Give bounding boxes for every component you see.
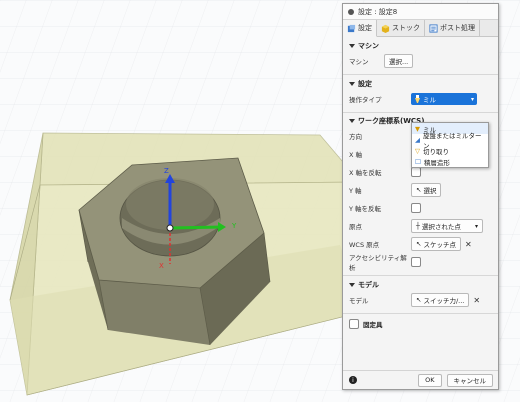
model-select-label: スイッチ力/... xyxy=(423,297,465,305)
dialog-footer: i OK キャンセル xyxy=(343,370,498,389)
setup-section-header[interactable]: 設定 xyxy=(349,78,492,90)
tab-stock[interactable]: ストック xyxy=(377,20,425,36)
dialog-titlebar[interactable]: 設定 : 設定8 xyxy=(343,4,498,20)
x-axis-label: X 軸 xyxy=(349,151,363,159)
tab-post-process[interactable]: ポスト処理 xyxy=(425,20,480,36)
origin-dropdown[interactable]: ┼ 選択された点 ▾ xyxy=(411,219,483,233)
y-axis-select-label: 選択 xyxy=(423,187,437,195)
model-row: モデル ↖ スイッチ力/... ✕ xyxy=(349,291,492,309)
post-process-icon xyxy=(429,23,438,33)
tab-post-process-label: ポスト処理 xyxy=(440,24,475,32)
cursor-arrow-icon: ↖ xyxy=(416,296,422,304)
operation-type-value: ミル xyxy=(423,96,436,104)
triad-x-label: X xyxy=(159,262,164,270)
operation-type-row: 操作タイプ ミル ▾ xyxy=(349,90,492,108)
y-axis-select-button[interactable]: ↖ 選択 xyxy=(411,183,442,197)
fixture-checkbox[interactable] xyxy=(349,319,359,329)
model-section: モデル モデル ↖ スイッチ力/... ✕ xyxy=(343,276,498,314)
origin-row: 原点 ┼ 選択された点 ▾ xyxy=(349,217,492,235)
chevron-down-icon: ▾ xyxy=(474,222,478,230)
setup-section-title: 設定 xyxy=(358,80,372,88)
tab-setup-label: 設定 xyxy=(358,24,372,32)
operation-type-dropdown[interactable]: ミル ▾ xyxy=(411,93,477,105)
dialog-icon xyxy=(348,8,354,15)
tab-stock-label: ストック xyxy=(392,24,420,32)
ok-button[interactable]: OK xyxy=(418,373,442,387)
setup-section: 設定 操作タイプ ミル ▾ xyxy=(343,75,498,113)
mill-icon xyxy=(415,95,420,103)
collapse-triangle-icon xyxy=(349,283,355,287)
machine-select-button[interactable]: 選択... xyxy=(384,54,414,68)
menu-item-cutting-label: 切り取り xyxy=(423,147,449,156)
flip-y-label: Y 軸を反転 xyxy=(349,205,382,213)
menu-item-turning[interactable]: ◢ 旋盤またはミルターン xyxy=(412,132,488,150)
wcs-origin-row: WCS 原点 ↖ スケッチ点 ✕ xyxy=(349,235,492,253)
y-axis-label: Y 軸 xyxy=(349,187,362,195)
chevron-down-icon: ▾ xyxy=(470,95,474,103)
cutting-icon: ▽ xyxy=(415,146,420,155)
cursor-arrow-icon: ↖ xyxy=(416,186,422,194)
tab-setup[interactable]: 設定 xyxy=(343,20,377,37)
origin-crosshair-icon: ┼ xyxy=(416,222,420,230)
fixture-section: 固定具 xyxy=(343,314,498,335)
dialog-tabs: 設定 ストック ポスト処理 xyxy=(343,20,498,37)
model-select-button[interactable]: ↖ スイッチ力/... xyxy=(411,293,470,307)
triad-z-label: Z xyxy=(164,167,169,175)
orientation-label: 方向 xyxy=(349,133,362,141)
accessibility-row: アクセシビリティ解析 xyxy=(349,253,492,272)
accessibility-checkbox[interactable] xyxy=(411,257,421,267)
machine-row: マシン 選択... xyxy=(349,52,492,70)
cancel-button[interactable]: キャンセル xyxy=(446,373,493,387)
origin-value: 選択された点 xyxy=(421,223,461,231)
operation-type-menu: ▼ ミル ◢ 旋盤またはミルターン ▽ 切り取り ☐ 積層造形 xyxy=(411,122,489,168)
info-icon[interactable]: i xyxy=(349,376,357,384)
settings-tab-icon xyxy=(347,24,356,32)
wcs-origin-button[interactable]: ↖ スケッチ点 xyxy=(411,237,461,251)
dialog-title: 設定 : 設定8 xyxy=(358,7,398,16)
machine-label: マシン xyxy=(349,58,369,66)
additive-icon: ☐ xyxy=(415,157,421,166)
triad-y-label: Y xyxy=(232,222,237,230)
y-axis-row: Y 軸 ↖ 選択 xyxy=(349,181,492,199)
cursor-arrow-icon: ↖ xyxy=(416,240,422,248)
model-section-title: モデル xyxy=(358,281,379,289)
machine-section-title: マシン xyxy=(358,42,379,50)
model-label: モデル xyxy=(349,297,369,305)
model-section-header[interactable]: モデル xyxy=(349,279,492,291)
flip-y-row: Y 軸を反転 xyxy=(349,199,492,217)
machine-section-header[interactable]: マシン xyxy=(349,40,492,52)
collapse-triangle-icon xyxy=(349,119,355,123)
collapse-triangle-icon xyxy=(349,82,355,86)
mill-icon: ▼ xyxy=(415,124,420,133)
menu-item-additive-label: 積層造形 xyxy=(423,158,450,167)
clear-wcs-origin-icon[interactable]: ✕ xyxy=(465,240,472,249)
clear-model-icon[interactable]: ✕ xyxy=(473,296,480,305)
flip-y-checkbox[interactable] xyxy=(411,203,421,213)
origin-label: 原点 xyxy=(349,223,362,231)
flip-x-label: X 軸を反転 xyxy=(349,169,382,177)
flip-x-checkbox[interactable] xyxy=(411,167,421,177)
collapse-triangle-icon xyxy=(349,44,355,48)
lathe-icon: ◢ xyxy=(415,135,420,144)
fixture-row: 固定具 xyxy=(349,317,492,331)
stock-cube-icon xyxy=(381,24,390,33)
operation-type-label: 操作タイプ xyxy=(349,96,382,104)
accessibility-label: アクセシビリティ解析 xyxy=(349,254,407,272)
machine-section: マシン マシン 選択... xyxy=(343,37,498,75)
wcs-origin-button-label: スケッチ点 xyxy=(423,241,456,249)
menu-item-additive[interactable]: ☐ 積層造形 xyxy=(412,156,488,167)
fixture-label: 固定具 xyxy=(363,321,383,329)
wcs-origin-label: WCS 原点 xyxy=(349,241,380,249)
setup-dialog: 設定 : 設定8 設定 ストック ポスト処理 マシン マシン 選択... 設定 xyxy=(342,3,499,390)
